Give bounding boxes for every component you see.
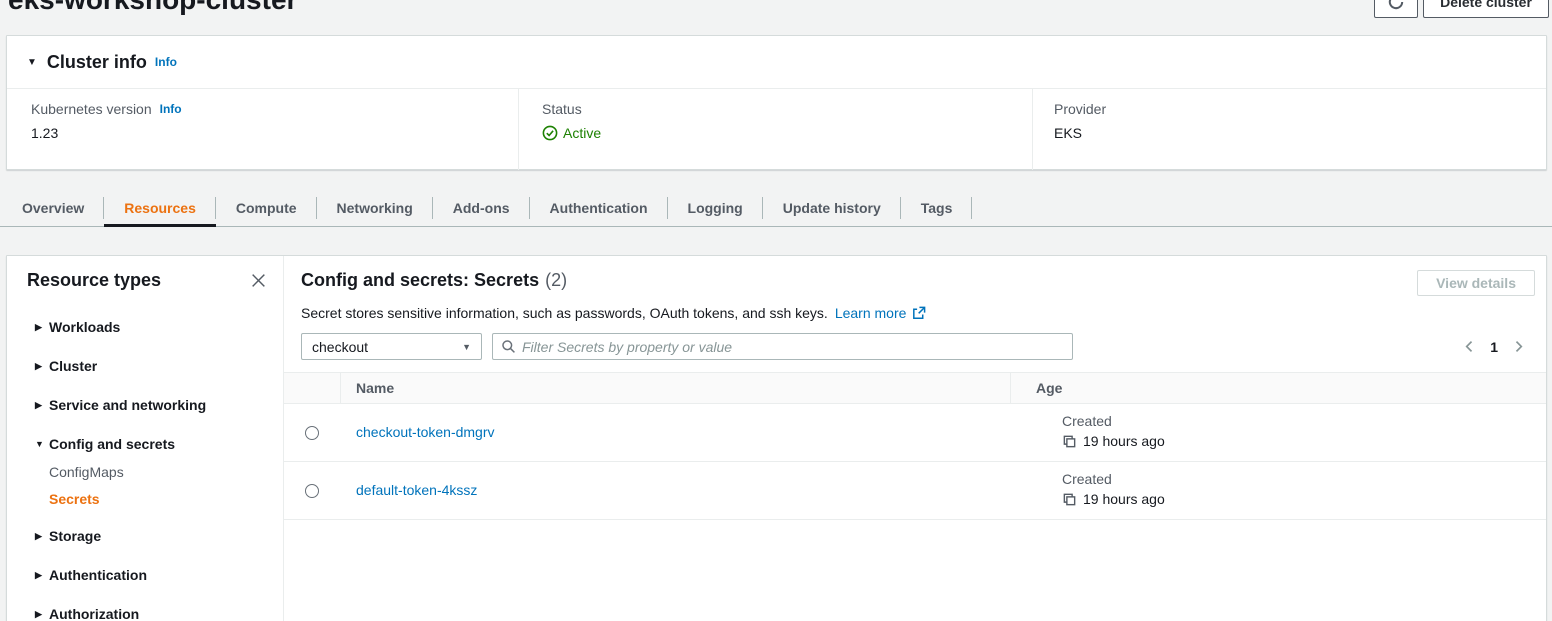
search-icon (501, 339, 516, 354)
chevron-right-icon: ▶ (35, 609, 49, 620)
secrets-description: Secret stores sensitive information, suc… (301, 305, 828, 321)
cluster-info-title: Cluster info (47, 52, 147, 73)
status-field: Status Active (518, 89, 1032, 170)
tab-add-ons[interactable]: Add-ons (433, 190, 530, 226)
external-link-icon (906, 306, 926, 321)
search-field (492, 333, 1073, 360)
tab-networking[interactable]: Networking (317, 190, 433, 226)
secrets-content: Config and secrets: Secrets (2) View det… (284, 256, 1546, 621)
next-page-icon[interactable] (1512, 340, 1525, 353)
view-details-button[interactable]: View details (1417, 270, 1535, 296)
tab-overview[interactable]: Overview (2, 190, 104, 226)
learn-more-link[interactable]: Learn more (835, 305, 927, 321)
tab-logging[interactable]: Logging (668, 190, 763, 226)
refresh-icon (1387, 0, 1405, 11)
tab-tags[interactable]: Tags (901, 190, 973, 226)
sidebar-item-cluster[interactable]: ▶ Cluster (7, 356, 283, 376)
column-header-age[interactable]: Age (1010, 380, 1546, 396)
secret-name-link[interactable]: default-token-4kssz (356, 482, 477, 498)
cluster-tabs: Overview Resources Compute Networking Ad… (0, 190, 1552, 227)
created-label: Created (1062, 471, 1546, 487)
provider-field: Provider EKS (1032, 89, 1546, 170)
secrets-title: Config and secrets: Secrets (301, 270, 539, 291)
sidebar-item-config-and-secrets[interactable]: ▼ Config and secrets (7, 434, 283, 454)
chevron-down-icon: ▼ (35, 439, 49, 449)
resource-types-title: Resource types (27, 270, 161, 291)
tab-authentication[interactable]: Authentication (530, 190, 668, 226)
sidebar-item-authentication[interactable]: ▶ Authentication (7, 565, 283, 585)
age-value: 19 hours ago (1083, 491, 1165, 507)
table-header: Name Age (284, 372, 1546, 404)
copy-icon[interactable] (1062, 434, 1083, 449)
eks-console-screen: eks-workshop-cluster Delete cluster ▼ Cl… (0, 0, 1552, 621)
provider-value: EKS (1054, 125, 1546, 141)
dropdown-caret-icon: ▼ (462, 342, 471, 352)
cluster-info-body: Kubernetes version Info 1.23 Status Acti… (7, 89, 1546, 170)
current-page[interactable]: 1 (1490, 339, 1498, 355)
tab-compute[interactable]: Compute (216, 190, 317, 226)
kubernetes-version-label: Kubernetes version (31, 101, 152, 117)
sidebar-item-authorization[interactable]: ▶ Authorization (7, 604, 283, 621)
cluster-info-header[interactable]: ▼ Cluster info Info (7, 36, 1546, 89)
table-row: checkout-token-dmgrv Created 19 hours ag… (284, 404, 1546, 462)
row-radio-button[interactable] (305, 426, 319, 440)
secret-name-link[interactable]: checkout-token-dmgrv (356, 424, 495, 440)
delete-cluster-button[interactable]: Delete cluster (1423, 0, 1549, 18)
chevron-right-icon: ▶ (35, 570, 49, 581)
sidebar-item-storage[interactable]: ▶ Storage (7, 526, 283, 546)
status-label: Status (542, 101, 1032, 117)
chevron-right-icon: ▶ (35, 531, 49, 542)
filter-dropdown[interactable]: checkout ▼ (301, 333, 482, 360)
secrets-count: (2) (545, 270, 567, 291)
sidebar-item-secrets[interactable]: Secrets (7, 489, 283, 509)
chevron-right-icon: ▶ (35, 361, 49, 372)
secrets-table: Name Age checkout-token-dmgrv Created (284, 372, 1546, 520)
column-header-name[interactable]: Name (340, 380, 1010, 396)
search-input[interactable] (522, 339, 1064, 355)
chevron-right-icon: ▶ (35, 322, 49, 333)
previous-page-icon[interactable] (1463, 340, 1476, 353)
kubernetes-version-info-link[interactable]: Info (160, 102, 182, 116)
table-row: default-token-4kssz Created 19 hours ago (284, 462, 1546, 520)
created-label: Created (1062, 413, 1546, 429)
collapse-caret-icon[interactable]: ▼ (27, 57, 37, 68)
status-active-icon (542, 125, 563, 141)
kubernetes-version-field: Kubernetes version Info 1.23 (7, 89, 518, 170)
copy-icon[interactable] (1062, 492, 1083, 507)
cluster-info-card: ▼ Cluster info Info Kubernetes version I… (6, 35, 1547, 170)
resource-types-sidebar: Resource types ▶ Workloads ▶ Cluster ▶ S… (7, 256, 284, 621)
sidebar-item-service-and-networking[interactable]: ▶ Service and networking (7, 395, 283, 415)
chevron-right-icon: ▶ (35, 400, 49, 411)
close-icon[interactable] (250, 272, 267, 289)
sidebar-item-configmaps[interactable]: ConfigMaps (7, 462, 283, 482)
pagination: 1 (1463, 339, 1535, 355)
provider-label: Provider (1054, 101, 1546, 117)
age-value: 19 hours ago (1083, 433, 1165, 449)
row-radio-button[interactable] (305, 484, 319, 498)
status-value: Active (563, 125, 601, 141)
tab-resources[interactable]: Resources (104, 190, 216, 226)
kubernetes-version-value: 1.23 (31, 125, 518, 141)
page-title: eks-workshop-cluster (8, 0, 297, 16)
refresh-button[interactable] (1374, 0, 1418, 18)
cluster-info-info-link[interactable]: Info (155, 55, 177, 69)
sidebar-item-workloads[interactable]: ▶ Workloads (7, 317, 283, 337)
resources-panel: Resource types ▶ Workloads ▶ Cluster ▶ S… (6, 255, 1547, 621)
tab-update-history[interactable]: Update history (763, 190, 901, 226)
